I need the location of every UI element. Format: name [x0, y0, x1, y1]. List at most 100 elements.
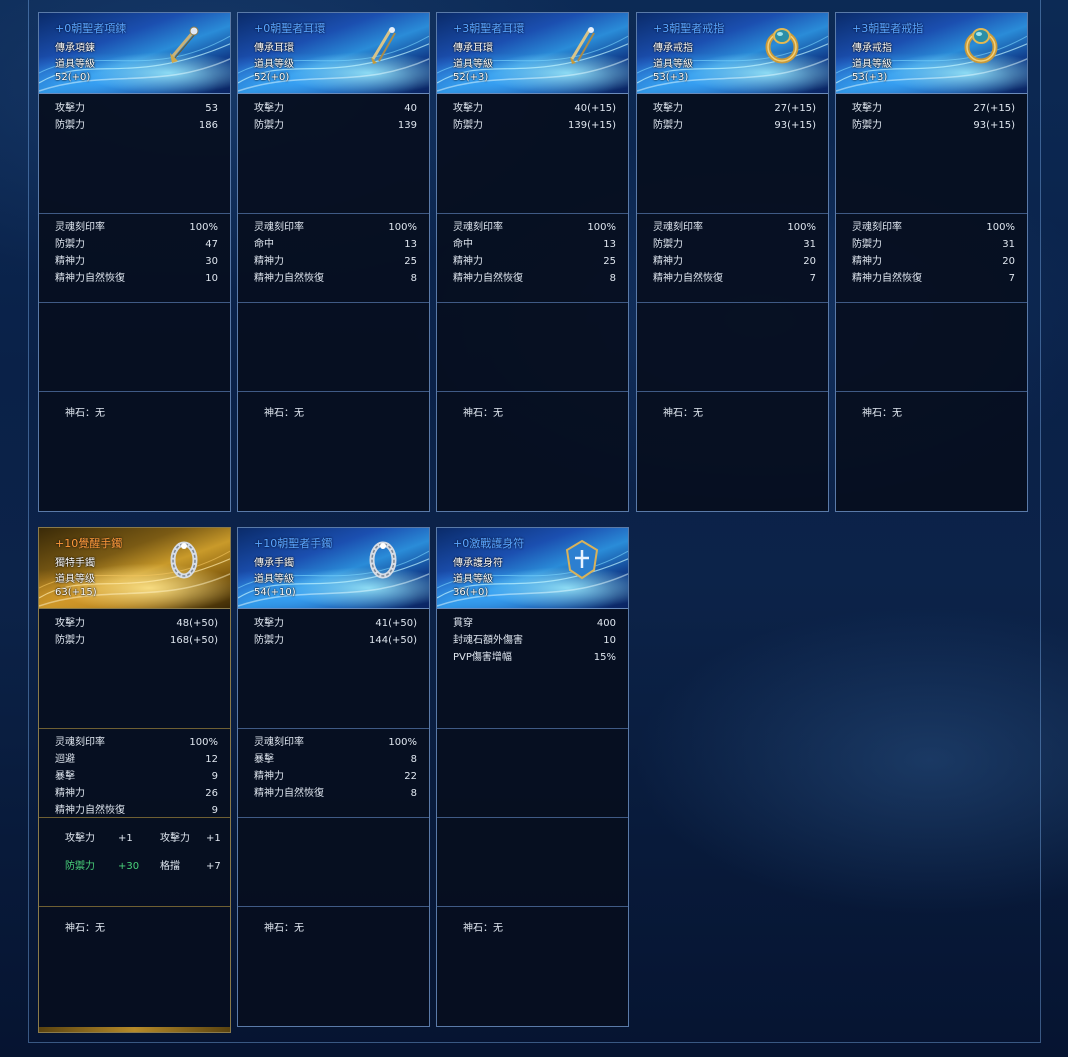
stat-name: 攻擊力 [254, 618, 284, 629]
gem-slot-label: 神石：无 [463, 408, 503, 419]
stat-name: 精神力 [254, 256, 284, 267]
stat-row: 暴擊 8 [238, 751, 429, 768]
stat-name: 防禦力 [254, 635, 284, 646]
item-card[interactable]: +0朝聖者項鍊 傳承項鍊 道具等級 52(+0) 攻擊力 53 防禦力 186 灵魂刻印率 100… [38, 12, 231, 512]
item-header: +3朝聖者戒指 傳承戒指 道具等級 53(+3) [637, 13, 828, 94]
set-bonus-section [637, 303, 828, 392]
item-title: +3朝聖者耳環 [453, 22, 525, 35]
stat-value: 10 [603, 635, 616, 646]
item-header: +3朝聖者耳環 傳承耳環 道具等級 52(+3) [437, 13, 628, 94]
stat-value: 144(+50) [369, 635, 417, 646]
stat-value: 7 [809, 273, 816, 284]
item-header: +10覺醒手鐲 獨特手鐲 道具等级 63(+15) [39, 528, 230, 609]
stat-value: 8 [410, 754, 417, 765]
stat-value: 100% [587, 222, 616, 233]
base-stats-section: 攻擊力 40 防禦力 139 [238, 94, 429, 214]
stat-name: 命中 [453, 239, 473, 250]
stat-row: 攻擊力 40(+15) [437, 100, 628, 117]
item-title: +0朝聖者耳環 [254, 22, 326, 35]
stat-value: 25 [404, 256, 417, 267]
ring-icon [961, 23, 1001, 65]
stat-name: 精神力自然恢復 [653, 273, 723, 284]
stat-value: 20 [803, 256, 816, 267]
gem-slot-label: 神石：无 [65, 408, 105, 419]
stat-value: 93(+15) [973, 120, 1015, 131]
item-header: +0朝聖者耳環 傳承耳環 道具等级 52(+0) [238, 13, 429, 94]
stat-row: 灵魂刻印率 100% [836, 219, 1027, 236]
gem-section: 神石：无 [437, 907, 628, 1025]
earring-icon [562, 23, 602, 65]
amulet-icon [562, 538, 602, 580]
stat-name: 攻擊力 [55, 103, 85, 114]
bracelet-icon [363, 538, 403, 580]
stat-value: 9 [211, 771, 218, 782]
gem-slot-label: 神石：无 [463, 923, 503, 934]
item-type: 傳承項鍊 [55, 43, 95, 54]
stat-name: 攻擊力 [254, 103, 284, 114]
set-bonus-section [437, 818, 628, 907]
stat-value: 93(+15) [774, 120, 816, 131]
stat-value: 27(+15) [973, 103, 1015, 114]
stat-value: 100% [189, 737, 218, 748]
stat-value: 100% [986, 222, 1015, 233]
gem-section: 神石：无 [238, 392, 429, 510]
stat-name: 命中 [254, 239, 274, 250]
stat-row: 精神力自然恢復 8 [437, 270, 628, 287]
set-bonus-row: 防禦力 +30 格擋 +7 [39, 853, 230, 881]
item-level-value: 36(+0) [453, 587, 489, 598]
item-card[interactable]: +3朝聖者戒指 傳承戒指 道具等級 53(+3) 攻擊力 27(+15) 防禦力 93(+15… [835, 12, 1028, 512]
item-type: 傳承手鐲 [254, 558, 294, 569]
item-card[interactable]: +10朝聖者手鐲 傳承手鐲 道具等級 54(+10) 攻擊力 41(+50) 防禦力 144(… [237, 527, 430, 1027]
item-title: +3朝聖者戒指 [852, 22, 924, 35]
stat-name: 封魂石額外傷害 [453, 635, 523, 646]
set-bonus-value: +1 [118, 833, 133, 844]
item-level-label: 道具等級 [254, 574, 294, 585]
stat-value: 10 [205, 273, 218, 284]
stat-value: 26 [205, 788, 218, 799]
stat-row: 命中 13 [238, 236, 429, 253]
stat-row: 攻擊力 41(+50) [238, 615, 429, 632]
stat-name: 精神力自然恢復 [254, 273, 324, 284]
item-level-value: 63(+15) [55, 587, 97, 598]
gem-section: 神石：无 [39, 392, 230, 510]
stat-name: 防禦力 [453, 120, 483, 131]
stat-value: 13 [404, 239, 417, 250]
item-card[interactable]: +0朝聖者耳環 傳承耳環 道具等级 52(+0) 攻擊力 40 防禦力 139 灵魂刻印率 100… [237, 12, 430, 512]
stat-name: 防禦力 [55, 635, 85, 646]
item-card[interactable]: +0激戰護身符 傳承護身符 道具等級 36(+0) 貫穿 400 封魂石額外傷害 10 PVP傷… [436, 527, 629, 1027]
stat-name: 貫穿 [453, 618, 473, 629]
stat-row: 攻擊力 53 [39, 100, 230, 117]
stat-row: 精神力自然恢復 8 [238, 785, 429, 802]
stat-name: 精神力 [453, 256, 483, 267]
stat-name: 灵魂刻印率 [254, 222, 304, 233]
stat-name: 精神力自然恢復 [453, 273, 523, 284]
item-level-label: 道具等级 [55, 574, 95, 585]
soul-stats-section: 灵魂刻印率 100% 防禦力 31 精神力 20 精神力自然恢復 7 [637, 214, 828, 303]
stat-name: 精神力自然恢復 [254, 788, 324, 799]
stat-name: 灵魂刻印率 [653, 222, 703, 233]
base-stats-section: 攻擊力 48(+50) 防禦力 168(+50) [39, 609, 230, 729]
stat-value: 168(+50) [170, 635, 218, 646]
stat-row: 灵魂刻印率 100% [39, 219, 230, 236]
stat-row: 精神力 22 [238, 768, 429, 785]
item-header: +0激戰護身符 傳承護身符 道具等級 36(+0) [437, 528, 628, 609]
set-bonus-name: 攻擊力 [65, 833, 95, 844]
bracelet-icon [164, 538, 204, 580]
stat-value: 9 [211, 805, 218, 816]
stat-name: 精神力 [653, 256, 683, 267]
item-level-label: 道具等級 [453, 574, 493, 585]
stat-row: 防禦力 139(+15) [437, 117, 628, 134]
item-level-value: 53(+3) [852, 72, 888, 83]
item-type: 獨特手鐲 [55, 558, 95, 569]
soul-stats-section: 灵魂刻印率 100% 迴避 12 暴擊 9 精神力 26 精神力自然恢復 9 [39, 729, 230, 818]
item-card[interactable]: +10覺醒手鐲 獨特手鐲 道具等级 63(+15) 攻擊力 48(+50) 防禦力 168(+… [38, 527, 231, 1033]
base-stats-section: 攻擊力 41(+50) 防禦力 144(+50) [238, 609, 429, 729]
base-stats-section: 貫穿 400 封魂石額外傷害 10 PVP傷害增幅 15% [437, 609, 628, 729]
item-level-value: 52(+0) [55, 72, 91, 83]
soul-stats-section: 灵魂刻印率 100% 命中 13 精神力 25 精神力自然恢復 8 [238, 214, 429, 303]
item-card[interactable]: +3朝聖者戒指 傳承戒指 道具等級 53(+3) 攻擊力 27(+15) 防禦力 93(+15… [636, 12, 829, 512]
set-bonus-section [238, 818, 429, 907]
necklace-icon [164, 23, 204, 65]
stat-row: 貫穿 400 [437, 615, 628, 632]
item-card[interactable]: +3朝聖者耳環 傳承耳環 道具等級 52(+3) 攻擊力 40(+15) 防禦力 139(+1… [436, 12, 629, 512]
